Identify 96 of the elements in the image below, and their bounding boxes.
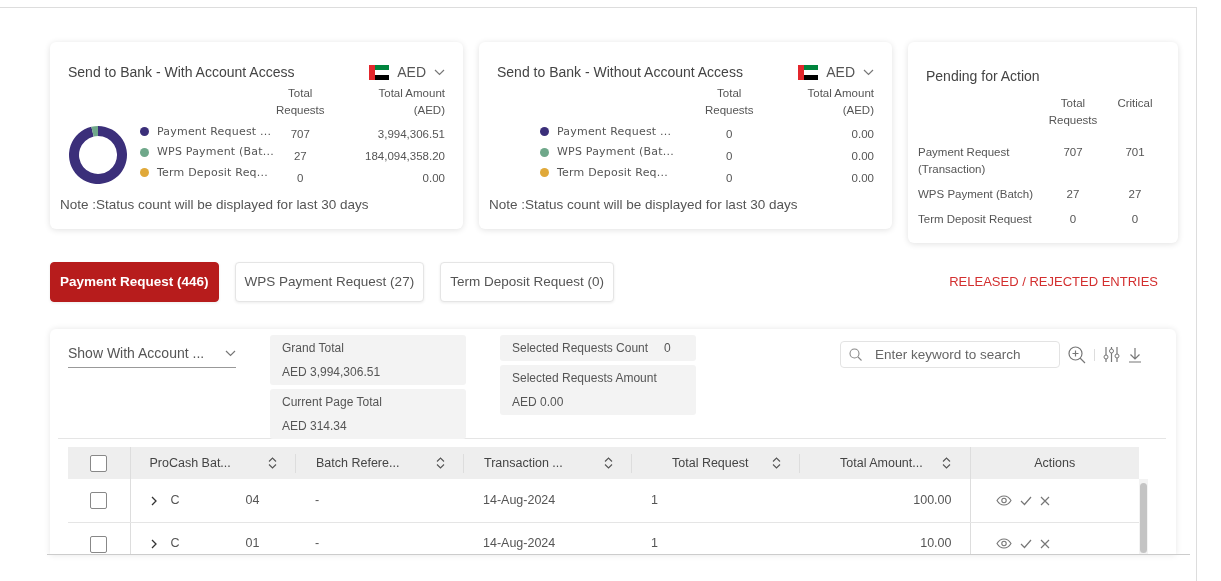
zoom-in-icon[interactable]: [1068, 345, 1086, 364]
flag-icon: [369, 65, 390, 80]
scrollbar-thumb[interactable]: [1140, 483, 1147, 554]
transaction-date: 14-Aug-2024: [483, 493, 556, 508]
total-request: 1: [651, 493, 658, 508]
total-request: 1: [651, 536, 658, 551]
view-icon[interactable]: [995, 495, 1012, 506]
total-value: 0: [664, 340, 671, 358]
pending-label: WPS Payment (Batch): [918, 188, 1034, 200]
filter-sliders-icon[interactable]: [1103, 346, 1120, 364]
legend-label: Payment Request ...: [157, 123, 273, 140]
request-count: 0: [726, 149, 733, 164]
total-label: Selected Requests Amount: [512, 370, 658, 388]
request-count: 707: [1063, 145, 1083, 158]
card-title: Send to Bank - Without Account Access: [497, 63, 743, 82]
card-title: Pending for Action: [926, 67, 1041, 86]
legend-label: Payment Request ...: [557, 123, 673, 140]
total-amount: 184,094,358.20: [365, 149, 445, 164]
sort-icon[interactable]: [436, 457, 445, 470]
request-count: 0: [297, 171, 304, 186]
sort-icon[interactable]: [941, 457, 951, 470]
column-header: Total Amount (AED): [377, 86, 445, 119]
legend-label: WPS Payment (Bat...: [557, 144, 675, 160]
column-header: Transaction ...: [484, 454, 563, 472]
donut-drawing: [68, 125, 128, 185]
total-label: Grand Total: [282, 340, 345, 358]
column-header: Total Request: [672, 454, 749, 472]
column-header: Total Requests: [1048, 97, 1098, 127]
currency-dropdown[interactable]: AED: [369, 62, 445, 83]
critical-count: 0: [1131, 213, 1139, 226]
column-header: Total Amount (AED): [806, 86, 874, 119]
view-icon[interactable]: [995, 538, 1012, 550]
request-count: 0: [726, 127, 733, 142]
tab[interactable]: Payment Request (446): [50, 262, 219, 303]
row-checkbox[interactable]: [90, 492, 108, 510]
total-amount: 0.00: [851, 171, 874, 186]
legend-label: Term Deposit Req...: [557, 164, 669, 181]
request-count: 707: [290, 127, 310, 142]
caret-icon: [225, 350, 236, 358]
download-icon[interactable]: [1128, 346, 1142, 363]
sort-icon[interactable]: [268, 457, 277, 470]
batch-id-start: C: [170, 492, 180, 510]
note-text: Note :Status count will be displayed for last 30 days: [60, 196, 370, 214]
total-amount: 100.00: [913, 493, 952, 508]
column-header: Total Amount...: [840, 454, 923, 472]
total-amount: 0.00: [851, 127, 874, 142]
approve-icon[interactable]: [1019, 538, 1032, 549]
total-value: AED 314.34: [282, 418, 348, 436]
currency-dropdown[interactable]: AED: [798, 62, 874, 83]
total-label: Selected Requests Count: [512, 340, 649, 358]
batch-id-end: 01: [245, 535, 260, 553]
caret-icon: [863, 69, 874, 76]
reject-icon[interactable]: [1039, 495, 1050, 506]
column-header: ProCash Bat...: [149, 454, 231, 472]
column-header: Total Requests: [274, 86, 326, 119]
batch-id-end: 04: [245, 492, 260, 510]
approve-icon[interactable]: [1019, 495, 1032, 506]
legend-label: WPS Payment (Bat...: [157, 144, 275, 160]
total-value: AED 0.00: [512, 394, 565, 412]
reject-icon[interactable]: [1039, 538, 1050, 549]
flag-icon: [798, 65, 819, 80]
total-amount: 10.00: [920, 536, 952, 551]
caret-icon: [434, 69, 445, 76]
request-count: 27: [293, 149, 307, 164]
request-count: 0: [726, 171, 733, 186]
column-header: Actions: [1034, 455, 1076, 470]
card-title: Send to Bank - With Account Access: [68, 63, 295, 82]
search-field[interactable]: Enter keyword to search: [840, 341, 1060, 369]
released-rejected-link[interactable]: RELEASED / REJECTED ENTRIES: [949, 272, 1158, 292]
filter-dropdown[interactable]: Show With Account ...: [68, 341, 236, 369]
batch-reference: -: [315, 536, 320, 551]
total-amount: 3,994,306.51: [377, 127, 445, 142]
column-header: Batch Refere...: [316, 454, 400, 472]
pending-label: Payment Request (Transaction): [918, 145, 1010, 175]
legend-label: Term Deposit Req...: [157, 164, 269, 181]
column-header: Total Requests: [703, 86, 755, 119]
sort-icon[interactable]: [772, 457, 781, 470]
total-amount: 0.00: [422, 171, 445, 186]
tab[interactable]: Term Deposit Request (0): [440, 262, 614, 303]
total-label: Current Page Total: [282, 394, 383, 412]
sort-icon[interactable]: [604, 457, 613, 470]
pending-label: Term Deposit Request: [918, 213, 1032, 226]
note-text: Note :Status count will be displayed for last 30 days: [489, 196, 799, 214]
column-header: Critical: [1117, 97, 1153, 109]
request-count: 0: [1069, 213, 1077, 226]
select-all-checkbox[interactable]: [90, 455, 108, 473]
request-count: 27: [1066, 188, 1080, 200]
batch-id-start: C: [170, 535, 180, 553]
batch-reference: -: [315, 493, 320, 508]
critical-count: 701: [1125, 145, 1145, 158]
total-value: AED 3,994,306.51: [282, 364, 382, 382]
row-checkbox[interactable]: [90, 535, 108, 553]
critical-count: 27: [1128, 188, 1142, 200]
total-amount: 0.00: [851, 149, 874, 164]
tab[interactable]: WPS Payment Request (27): [234, 262, 425, 303]
transaction-date: 14-Aug-2024: [483, 536, 556, 551]
